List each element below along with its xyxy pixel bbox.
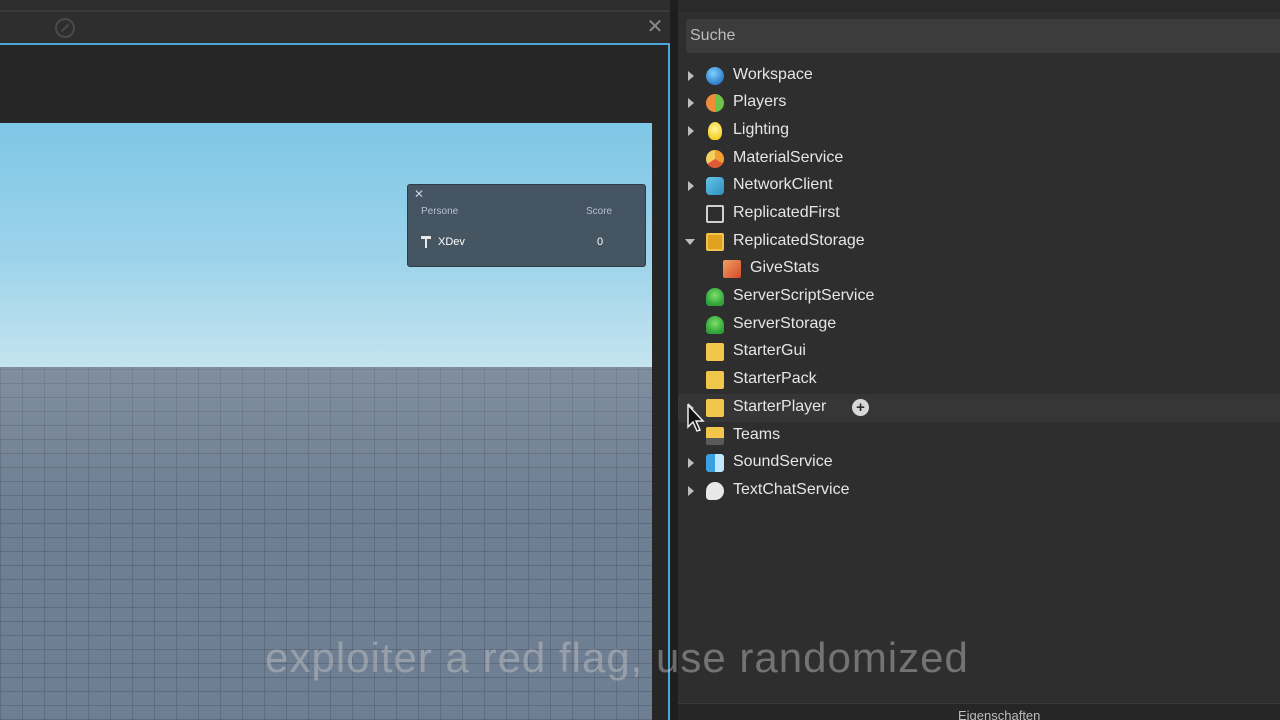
tree-item-label: MaterialService xyxy=(733,149,844,166)
tree-item-label: Workspace xyxy=(733,66,813,83)
server-storage-icon xyxy=(706,316,724,334)
tree-item-serverscriptservice[interactable]: ServerScriptService xyxy=(678,283,1280,311)
insert-object-button[interactable]: + xyxy=(852,399,869,416)
search-placeholder: Suche xyxy=(690,27,736,44)
tree-item-starterpack[interactable]: StarterPack xyxy=(678,366,1280,394)
leaderboard-score-header: Score xyxy=(586,206,613,217)
tree-item-label: StarterPlayer xyxy=(733,398,827,415)
tree-item-replicatedfirst[interactable]: ReplicatedFirst xyxy=(678,200,1280,228)
leaderboard-close-icon[interactable]: ✕ xyxy=(414,187,424,201)
network-icon xyxy=(706,177,724,195)
material-icon xyxy=(706,150,724,168)
expand-arrow-icon[interactable] xyxy=(688,126,694,136)
properties-panel-tab[interactable]: Eigenschaften xyxy=(678,703,1280,720)
collapse-arrow-icon[interactable] xyxy=(685,239,695,245)
leaderboard: ✕ Persone Score XDev 0 xyxy=(407,184,646,267)
tree-item-label: ReplicatedFirst xyxy=(733,204,840,221)
tree-item-workspace[interactable]: Workspace xyxy=(678,62,1280,90)
tree-item-label: TextChatService xyxy=(733,481,850,498)
tree-item-label: ReplicatedStorage xyxy=(733,232,865,249)
tree-item-label: GiveStats xyxy=(750,259,820,276)
explorer-header xyxy=(678,0,1280,12)
video-subtitle: exploiter a red flag, use randomized xyxy=(265,634,969,681)
replicated-first-icon xyxy=(706,205,724,223)
close-icon[interactable]: ✕ xyxy=(644,16,666,38)
viewport-edge xyxy=(652,123,668,720)
premium-icon xyxy=(421,236,431,248)
tree-item-label: SoundService xyxy=(733,453,833,470)
folder-icon xyxy=(706,371,724,389)
expand-arrow-icon[interactable] xyxy=(688,486,694,496)
mouse-cursor-icon xyxy=(687,403,707,434)
expand-arrow-icon[interactable] xyxy=(688,71,694,81)
chat-icon xyxy=(706,482,724,500)
explorer-panel: Suche Workspace Players Lighting Materia… xyxy=(678,0,1280,720)
leaderboard-player-header: Persone xyxy=(421,206,459,217)
tree-item-label: ServerStorage xyxy=(733,315,837,332)
globe-icon xyxy=(706,67,724,85)
tree-item-label: Lighting xyxy=(733,121,790,138)
folder-icon xyxy=(706,343,724,361)
expand-arrow-icon[interactable] xyxy=(688,181,694,191)
tree-item-lighting[interactable]: Lighting xyxy=(678,117,1280,145)
tree-item-serverstorage[interactable]: ServerStorage xyxy=(678,311,1280,339)
tree-item-label: StarterGui xyxy=(733,342,806,359)
tree-item-networkclient[interactable]: NetworkClient xyxy=(678,172,1280,200)
viewport-tab-bar: ✕ xyxy=(0,12,670,44)
lightbulb-icon xyxy=(708,122,722,140)
teams-folder-icon xyxy=(706,427,724,445)
tree-item-players[interactable]: Players xyxy=(678,89,1280,117)
sound-icon xyxy=(706,454,724,472)
tree-item-replicatedstorage[interactable]: ReplicatedStorage xyxy=(678,228,1280,256)
tree-item-teams[interactable]: Teams xyxy=(678,422,1280,450)
leaderboard-player-name[interactable]: XDev xyxy=(438,236,465,248)
leaderboard-player-score: 0 xyxy=(597,236,604,248)
tree-item-label: Teams xyxy=(733,426,781,443)
studio-window: ✕ ✕ Persone Score XDev 0 Suche Workspace… xyxy=(0,0,1280,720)
tree-item-soundservice[interactable]: SoundService xyxy=(678,449,1280,477)
tree-item-starterplayer[interactable]: StarterPlayer + xyxy=(678,394,1280,422)
script-icon xyxy=(723,260,741,278)
server-script-icon xyxy=(706,288,724,306)
replicated-storage-icon xyxy=(706,233,724,251)
players-icon xyxy=(706,94,724,112)
properties-tab-label: Eigenschaften xyxy=(958,708,1041,720)
tree-item-label: ServerScriptService xyxy=(733,287,875,304)
folder-icon xyxy=(706,399,724,417)
expand-arrow-icon[interactable] xyxy=(688,98,694,108)
tree-item-label: StarterPack xyxy=(733,370,817,387)
tree-item-startergui[interactable]: StarterGui xyxy=(678,338,1280,366)
tree-item-label: Players xyxy=(733,93,787,110)
game-topbar xyxy=(0,45,668,123)
explorer-search-input[interactable]: Suche xyxy=(686,19,1280,53)
viewport-tab-icon[interactable] xyxy=(55,18,75,38)
expand-arrow-icon[interactable] xyxy=(688,458,694,468)
tree-item-materialservice[interactable]: MaterialService xyxy=(678,145,1280,173)
tree-item-label: NetworkClient xyxy=(733,176,833,193)
tree-item-givestats[interactable]: GiveStats xyxy=(678,255,1280,283)
tree-item-textchatservice[interactable]: TextChatService xyxy=(678,477,1280,505)
panel-divider[interactable] xyxy=(670,0,678,720)
